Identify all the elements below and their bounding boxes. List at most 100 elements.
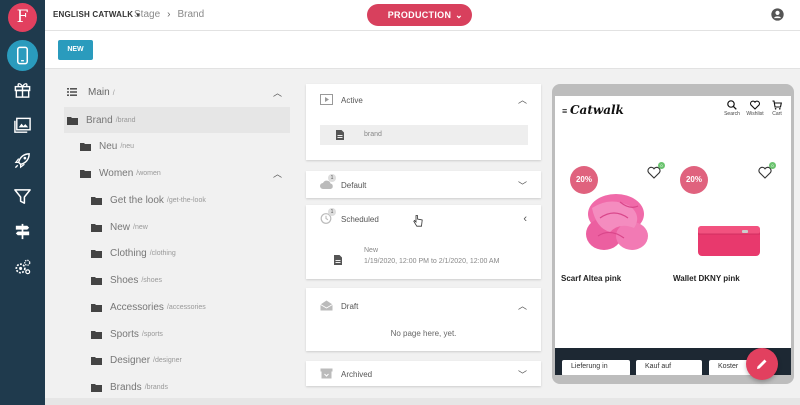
tree-root-label: Main bbox=[88, 87, 110, 98]
chevron-right-icon: › bbox=[167, 9, 171, 20]
panel-scheduled-title: Scheduled bbox=[341, 215, 379, 224]
folder-icon bbox=[91, 383, 102, 392]
tree-item-accessories[interactable]: Accessories/accessories bbox=[91, 294, 290, 320]
rail-gift[interactable] bbox=[7, 74, 38, 105]
environment-dropdown[interactable]: PRODUCTION ⌄ bbox=[367, 4, 472, 26]
tree-item-path: /accessories bbox=[166, 303, 206, 311]
new-button[interactable]: NEW bbox=[58, 40, 93, 60]
tree-item-label: Neu bbox=[99, 140, 118, 152]
product-card[interactable]: 20% 0 Scarf Altea pink bbox=[558, 162, 668, 284]
tree-item-designer[interactable]: Designer/designer bbox=[91, 347, 290, 373]
chevron-up-icon[interactable]: ︿ bbox=[518, 299, 527, 312]
tree-item-get-the-look[interactable]: Get the look/get-the-look bbox=[91, 187, 290, 213]
rail-signpost[interactable] bbox=[7, 216, 38, 247]
panel-default[interactable]: 1 Default ﹀ bbox=[306, 171, 541, 198]
rail-rocket[interactable] bbox=[7, 145, 38, 176]
shop-search[interactable]: Search bbox=[722, 100, 742, 117]
tree-item-shoes[interactable]: Shoes/shoes bbox=[91, 267, 290, 293]
shop-wishlist-label: Wishlist bbox=[746, 111, 764, 117]
language-selector[interactable]: ENGLISH CATWALK ▾ bbox=[53, 10, 140, 19]
folder-icon bbox=[80, 142, 91, 151]
rail-filter[interactable] bbox=[7, 181, 38, 212]
horizontal-scrollbar[interactable] bbox=[45, 398, 800, 405]
tree-item-path: /brands bbox=[144, 383, 169, 391]
folder-icon bbox=[91, 196, 102, 205]
tree-item-path: /designer bbox=[153, 356, 182, 364]
folder-icon bbox=[91, 276, 102, 285]
folder-icon bbox=[91, 249, 102, 258]
panel-archived[interactable]: Archived ﹀ bbox=[306, 361, 541, 386]
shop-brand: Catwalk bbox=[570, 103, 624, 117]
panel-scheduled: 1 Scheduled ‹ New 1/19/2020, 12:00 PM to… bbox=[306, 205, 541, 279]
tree-item-label: Designer bbox=[110, 354, 151, 366]
delivery-button-label: Lieferung in bbox=[571, 363, 608, 370]
tree-item-label: Clothing bbox=[110, 247, 147, 259]
chevron-up-icon[interactable]: ︿ bbox=[273, 167, 282, 180]
delivery-button[interactable]: Lieferung in bbox=[562, 360, 630, 375]
breadcrumb-item-stage[interactable]: Stage bbox=[134, 9, 160, 20]
page-row-brand[interactable]: brand bbox=[320, 125, 528, 145]
tree-item-clothing[interactable]: Clothing/clothing bbox=[91, 240, 290, 266]
folder-icon bbox=[80, 169, 91, 178]
product-card[interactable]: 20% 0 Wallet DKNY pink bbox=[668, 162, 778, 284]
toolbar: NEW bbox=[45, 31, 800, 69]
count-badge: 1 bbox=[328, 208, 336, 216]
folder-icon bbox=[91, 303, 102, 312]
product-name: Scarf Altea pink bbox=[561, 274, 622, 283]
tree-item-brands[interactable]: Brands/brands bbox=[91, 374, 290, 400]
signpost-icon bbox=[15, 223, 30, 240]
panel-default-title: Default bbox=[341, 181, 367, 190]
menu-icon[interactable]: ≡ bbox=[562, 106, 567, 116]
shop-wishlist[interactable]: Wishlist bbox=[745, 100, 765, 117]
breadcrumb-item-brand: Brand bbox=[177, 9, 205, 20]
language-label: ENGLISH CATWALK bbox=[53, 10, 134, 19]
tree-item-brand[interactable]: Brand/brand bbox=[64, 107, 290, 133]
image-gallery-icon bbox=[14, 117, 31, 133]
tree-item-new[interactable]: New/new bbox=[91, 214, 290, 240]
chevron-up-icon[interactable]: ︿ bbox=[518, 93, 527, 106]
folder-icon bbox=[91, 330, 102, 339]
page-row-label: brand bbox=[364, 131, 382, 138]
tree-root[interactable]: Main / ︿ bbox=[64, 86, 290, 100]
tree-item-sports[interactable]: Sports/sports bbox=[91, 321, 290, 347]
tree-item-label: New bbox=[110, 221, 131, 233]
device-mobile-icon bbox=[16, 46, 29, 65]
empty-state-text: No page here, yet. bbox=[390, 329, 457, 338]
panel-active-title: Active bbox=[341, 96, 363, 105]
tree-item-path: /clothing bbox=[149, 249, 176, 257]
rail-settings[interactable] bbox=[7, 252, 38, 283]
purchase-button[interactable]: Kauf auf bbox=[636, 360, 702, 375]
chevron-down-icon[interactable]: ﹀ bbox=[518, 368, 527, 381]
tree-item-label: Shoes bbox=[110, 274, 139, 286]
chevron-left-icon[interactable]: ‹ bbox=[523, 213, 527, 225]
edit-fab-button[interactable] bbox=[746, 348, 778, 380]
tree-item-label: Brand bbox=[86, 114, 113, 126]
wishlist-count-badge: 0 bbox=[658, 162, 665, 169]
chevron-up-icon[interactable]: ︿ bbox=[273, 86, 282, 99]
scheduled-item-range: 1/19/2020, 12:00 PM to 2/1/2020, 12:00 A… bbox=[364, 258, 500, 265]
top-bar: ENGLISH CATWALK ▾ Stage › Brand PRODUCTION … bbox=[45, 0, 800, 31]
tree-item-women[interactable]: Women/women ︿ bbox=[64, 160, 290, 186]
rail-gallery[interactable] bbox=[7, 110, 38, 141]
tree-item-neu[interactable]: Neu/neu bbox=[64, 133, 290, 159]
panel-archived-title: Archived bbox=[341, 370, 373, 379]
breadcrumb: Stage › Brand bbox=[134, 9, 204, 20]
shop-cart[interactable]: Cart bbox=[767, 100, 787, 117]
filter-icon bbox=[14, 189, 31, 204]
list-icon bbox=[67, 88, 77, 96]
count-badge: 1 bbox=[328, 174, 336, 182]
gift-icon bbox=[14, 83, 31, 98]
rocket-icon bbox=[14, 153, 30, 169]
tree-item-label: Get the look bbox=[110, 194, 164, 206]
play-icon bbox=[320, 94, 333, 105]
account-icon[interactable] bbox=[771, 8, 784, 21]
scheduled-item-title[interactable]: New bbox=[364, 247, 378, 254]
tree-item-path: /shoes bbox=[141, 276, 162, 284]
tree-item-path: /brand bbox=[115, 116, 136, 124]
preview-screen[interactable]: ≡ Catwalk Search Wishlist Cart 20% 0 Sca… bbox=[555, 96, 791, 375]
chevron-down-icon[interactable]: ﹀ bbox=[518, 179, 527, 192]
shop-header: ≡ Catwalk Search Wishlist Cart bbox=[555, 96, 791, 124]
app-logo[interactable]: F bbox=[8, 3, 37, 32]
folder-icon bbox=[91, 223, 102, 232]
rail-device-mobile[interactable] bbox=[7, 40, 38, 71]
